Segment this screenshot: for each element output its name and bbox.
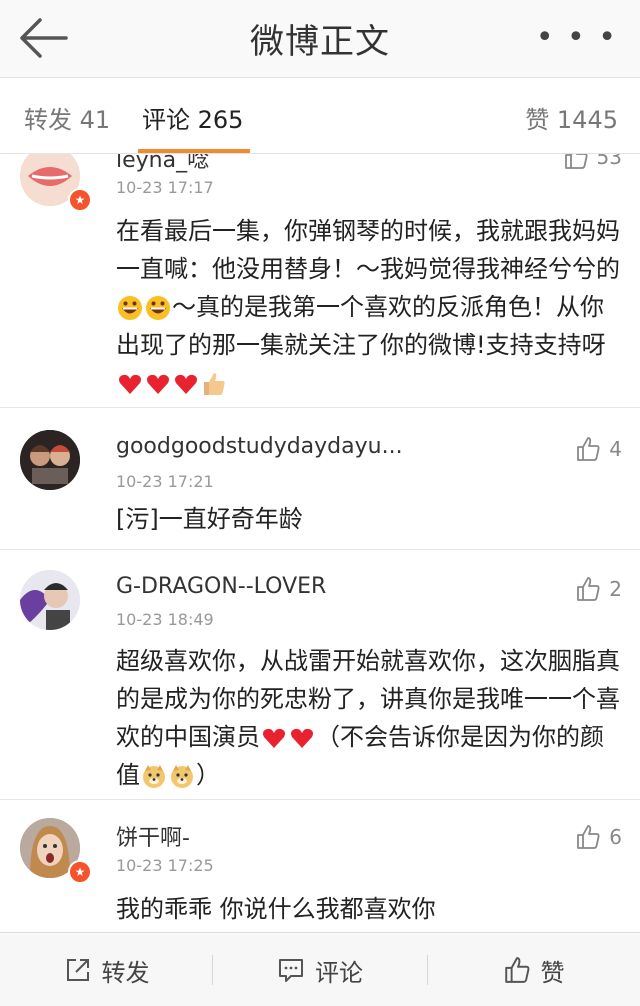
thumbs-up-icon	[577, 825, 600, 849]
heart-emoji	[175, 374, 197, 394]
heart-emoji	[291, 728, 313, 748]
like-label: 赞	[540, 958, 565, 987]
like-count: 4	[609, 437, 622, 461]
like-count: 2	[609, 577, 622, 601]
thumbs-up-icon	[564, 154, 588, 169]
like-button[interactable]: 赞	[427, 933, 640, 1006]
heart-emoji	[119, 374, 141, 394]
comment-icon	[279, 959, 303, 982]
comment-text: [污]一直好奇年龄	[116, 505, 303, 533]
bottom-action-bar: 转发 评论 赞	[0, 932, 640, 1006]
username[interactable]: leyna_唸	[116, 154, 209, 174]
top-bar: 微博正文 • • •	[0, 0, 640, 78]
comment-like-button[interactable]: 6	[575, 824, 622, 850]
doge-emoji	[171, 765, 193, 788]
comment-text-part: ～真的是我第一个喜欢的反派角色！从你出现了的那一集就关注了你的微博!支持支持呀	[116, 293, 606, 359]
tab-repost[interactable]: 转发 41	[24, 100, 110, 135]
active-tab-indicator	[138, 149, 250, 153]
tab-like[interactable]: 赞 1445	[525, 100, 618, 135]
comment-text-part: 在看最后一集，你弹钢琴的时候，我就跟我妈妈一直喊：他没用替身！～我妈觉得我神经兮…	[116, 217, 620, 283]
comment-button[interactable]: 评论	[213, 933, 427, 1006]
grin-emoji	[118, 296, 142, 320]
verified-badge-icon: ★	[68, 188, 92, 212]
heart-emoji	[263, 728, 285, 748]
doge-emoji	[143, 765, 165, 788]
like-count: 6	[609, 825, 622, 849]
heart-emoji	[147, 374, 169, 394]
comment-text: 在看最后一集，你弹钢琴的时候，我就跟我妈妈一直喊：他没用替身！～我妈觉得我神经兮…	[116, 212, 620, 402]
comment-item: G-DRAGON--LOVER 2 10-23 18:49 超级喜欢你，从战雷开…	[0, 550, 640, 800]
verified-badge-icon: ★	[68, 860, 92, 884]
username[interactable]: goodgoodstudydaydayu...	[116, 434, 403, 459]
comment-like-button[interactable]: 53	[563, 154, 622, 170]
thumbs-up-icon	[577, 577, 600, 601]
comment-item: ★ 饼干啊- 6 10-23 17:25 我的乖乖 你说什么我都喜欢你	[0, 800, 640, 932]
comment-item: ★ leyna_唸 53 10-23 17:17 在看最后一集，你弹钢琴的时候，…	[0, 154, 640, 408]
comment-like-button[interactable]: 4	[575, 436, 622, 462]
avatar[interactable]	[20, 570, 80, 630]
grin-emoji	[146, 296, 170, 320]
avatar[interactable]	[20, 430, 80, 490]
comment-time: 10-23 17:21	[116, 472, 214, 491]
tab-bar: 转发 41 评论 265 赞 1445	[0, 78, 640, 154]
comment-text-part: ）	[196, 761, 220, 789]
like-count: 53	[596, 154, 622, 169]
thumbs-up-icon	[504, 957, 529, 983]
more-options-icon[interactable]: • • •	[536, 20, 618, 55]
repost-button[interactable]: 转发	[0, 933, 213, 1006]
repost-label: 转发	[101, 958, 150, 987]
username[interactable]: G-DRAGON--LOVER	[116, 574, 326, 599]
comment-text: 我的乖乖 你说什么我都喜欢你	[116, 895, 436, 923]
tab-comment[interactable]: 评论 265	[142, 100, 243, 135]
comment-item: goodgoodstudydaydayu... 4 10-23 17:21 [污…	[0, 408, 640, 550]
repost-icon	[66, 959, 89, 981]
comment-like-button[interactable]: 2	[575, 576, 622, 602]
comment-list[interactable]: ★ leyna_唸 53 10-23 17:17 在看最后一集，你弹钢琴的时候，…	[0, 154, 640, 932]
username[interactable]: 饼干啊-	[116, 820, 190, 852]
thumbs-up-icon	[577, 437, 600, 461]
comment-label: 评论	[315, 958, 363, 987]
thumbs-up-emoji	[204, 373, 225, 395]
comment-text: 超级喜欢你，从战雷开始就喜欢你，这次胭脂真的是成为你的死忠粉了，讲真你是我唯一一…	[116, 642, 620, 794]
comment-time: 10-23 17:17	[116, 178, 214, 197]
comment-time: 10-23 17:25	[116, 856, 214, 875]
comment-time: 10-23 18:49	[116, 610, 214, 629]
